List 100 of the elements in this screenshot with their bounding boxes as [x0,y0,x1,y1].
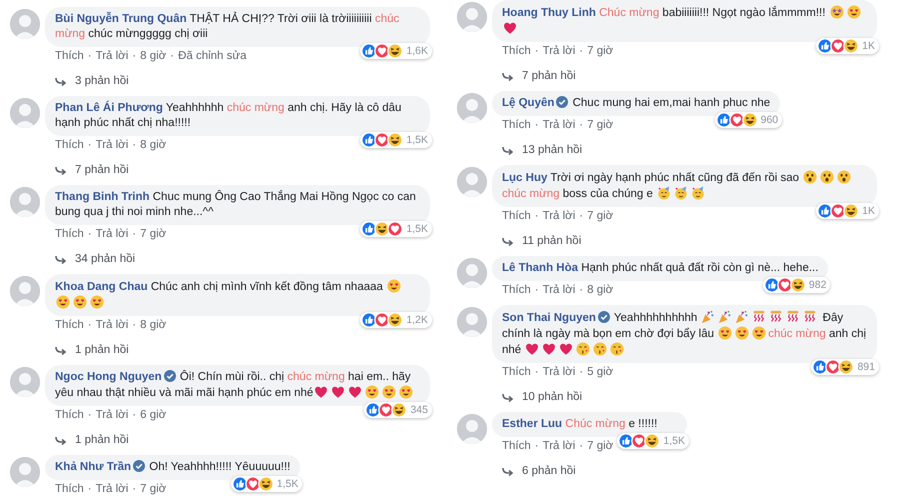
comment-action-link[interactable]: Trả lời [96,49,128,64]
comment-action-link[interactable]: Thích [502,283,531,298]
heart-icon [503,21,517,35]
commenter-name[interactable]: Khả Như Trần [55,461,132,473]
reaction-badge[interactable]: 1,5K [617,433,689,449]
timestamp[interactable]: 7 giờ [140,482,166,497]
commenter-name[interactable]: Thang Binh Trinh [55,191,150,203]
commenter-name[interactable]: Son Thai Nguyen [502,312,596,324]
reaction-badge[interactable]: 891 [811,359,879,375]
timestamp[interactable]: 8 giờ [587,283,614,298]
comment-text: Esther Luu Chúc mừng e !!!!!! [502,417,658,432]
avatar[interactable] [457,307,487,337]
replies-link[interactable]: 11 phản hồi [522,234,582,249]
comment-action-link[interactable]: Thích [55,49,84,64]
reaction-badge[interactable]: 960 [714,112,782,128]
avatar[interactable] [10,98,40,128]
avatar[interactable] [457,414,487,444]
heart-icon [542,342,556,356]
avatar[interactable] [10,367,40,397]
reaction-badge[interactable]: 982 [762,277,830,293]
commenter-name[interactable]: Lệ Quyên [502,97,554,109]
timestamp[interactable]: 7 giờ [587,44,614,59]
comment-action-link[interactable]: Trả lời [542,365,576,380]
comment-action-link[interactable]: Trả lời [96,482,128,497]
timestamp[interactable]: 5 giờ [587,365,614,380]
avatar[interactable] [10,276,40,306]
reaction-badge[interactable]: 1,2K [360,312,432,328]
avatar[interactable] [10,187,40,217]
reaction-badge[interactable]: 1,5K [230,476,302,492]
comment-action-link[interactable]: Trả lời [542,283,576,298]
replies-link[interactable]: 1 phản hồi [75,433,129,448]
replies-link[interactable]: 7 phản hồi [522,69,576,84]
party-face-icon [674,186,688,200]
laughing-face-icon [843,203,860,219]
reaction-badge[interactable]: 1K [816,203,879,219]
reaction-badge[interactable]: 1K [816,38,879,54]
timestamp[interactable]: 8 giờ [140,49,166,64]
replies-link[interactable]: 1 phản hồi [75,343,129,358]
timestamp[interactable]: 7 giờ [587,439,614,454]
timestamp[interactable]: 7 giờ [587,209,614,224]
separator-dot: · [88,227,92,242]
commenter-name[interactable]: Esther Luu [502,418,562,430]
reaction-badge[interactable]: 1,5K [360,221,432,237]
timestamp[interactable]: 8 giờ [140,138,166,153]
commenter-name[interactable]: Lục Huy [502,172,548,184]
replies-link[interactable]: 13 phản hồi [522,143,582,158]
commenter-name[interactable]: Ngoc Hong Nguyen [55,371,162,383]
comment-action-link[interactable]: Trả lời [542,439,576,454]
comment-action-link[interactable]: Thích [502,44,531,59]
timestamp[interactable]: 7 giờ [140,227,166,242]
reply-arrow-icon [55,166,67,176]
replies-link[interactable]: 10 phản hồi [522,390,582,405]
comment-action-link[interactable]: Trả lời [96,138,128,153]
comment-action-link[interactable]: Thích [502,118,531,133]
avatar[interactable] [10,457,40,487]
commenter-name[interactable]: Phan Lê Ái Phương [55,102,163,114]
avatar[interactable] [457,93,487,123]
comment-action-link[interactable]: Thích [55,227,84,242]
party-popper-icon [735,310,750,324]
comment-text: Khả Như Trần Oh! Yeahhhh!!!!! Yêuuuuu!!! [55,460,290,475]
comment-action-link[interactable]: Thích [502,209,531,224]
comment-action-link[interactable]: Thích [55,408,84,423]
reaction-badge[interactable]: 1,6K [360,43,432,59]
reaction-count: 1,6K [406,44,428,58]
comment-action-link[interactable]: Thích [55,482,84,497]
comment-action-link[interactable]: Trả lời [96,318,128,333]
timestamp[interactable]: 8 giờ [140,318,166,333]
comment-action-link[interactable]: Thích [502,439,531,454]
replies-link[interactable]: 7 phản hồi [75,163,129,178]
commenter-name[interactable]: Bùi Nguyễn Trung Quân [55,13,187,25]
comment-action-link[interactable]: Trả lời [96,227,128,242]
comment-action-link[interactable]: Thích [55,138,84,153]
comment-action-link[interactable]: Thích [55,318,84,333]
reaction-badge[interactable]: 345 [364,402,432,418]
comment-action-link[interactable]: Trả lời [96,408,128,423]
timestamp[interactable]: 6 giờ [140,408,166,423]
timestamp[interactable]: 7 giờ [587,118,614,133]
streamer-icon [786,310,800,324]
comment-action-link[interactable]: Thích [502,365,531,380]
commenter-name[interactable]: Hoang Thuy Linh [502,7,596,19]
replies-link[interactable]: 3 phản hồi [75,74,129,89]
replies-link[interactable]: 34 phản hồi [75,252,136,267]
heart-icon [348,385,362,399]
commenter-name[interactable]: Khoa Dang Chau [55,281,148,293]
comment-text: Son Thai Nguyen Yeahhhhhhhhhh Đây chính là ngày mà bọn em chờ đợi bẩy lâu chúc mừng anh chị nhé [502,310,867,358]
comment-action-link[interactable]: Trả lời [542,118,576,133]
comment-action-link[interactable]: Trả lời [542,209,576,224]
avatar[interactable] [10,9,40,39]
separator-dot: · [579,44,584,59]
thumbs-up-icon [817,203,834,219]
streamer-icon [769,310,784,324]
commenter-name[interactable]: Lê Thanh Hòa [502,262,578,274]
laughing-face-icon [742,112,758,128]
replies-link[interactable]: 6 phản hồi [522,464,576,479]
avatar[interactable] [457,258,487,288]
avatar[interactable] [457,167,487,197]
reaction-badge[interactable]: 1,5K [360,132,432,148]
reaction-count: 891 [857,360,875,374]
avatar[interactable] [457,2,487,32]
comment-action-link[interactable]: Trả lời [542,44,576,59]
